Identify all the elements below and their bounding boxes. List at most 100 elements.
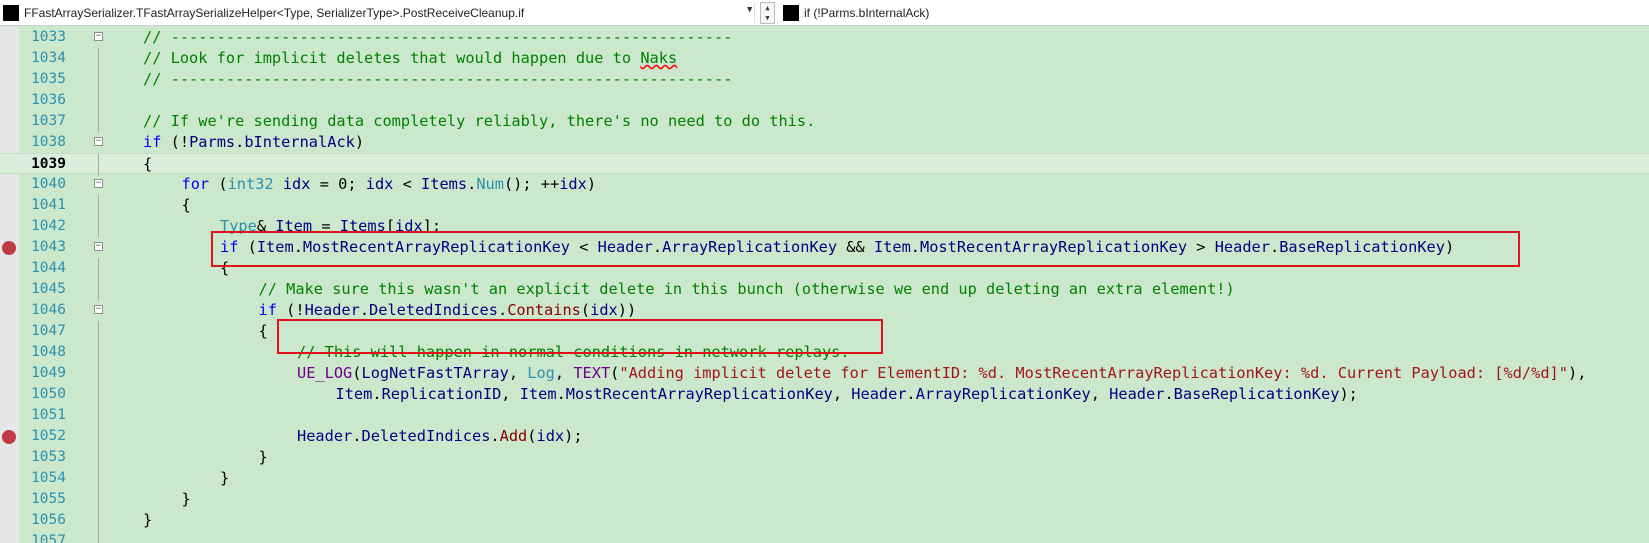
line-number: 1040 (31, 176, 66, 192)
code-token: ) (586, 175, 597, 193)
scope-spinner[interactable]: ▲ ▼ (760, 2, 775, 24)
code-line[interactable]: 1050 Item.ReplicationID, Item.MostRecentA… (0, 384, 1649, 405)
code-line[interactable]: 1053} (0, 447, 1649, 468)
code-text: for (int32 idx = 0; idx < Items.Num(); +… (182, 174, 597, 195)
code-token: DeletedIndices (369, 301, 498, 319)
line-number: 1033 (31, 29, 66, 45)
code-token: idx (365, 175, 394, 193)
code-line[interactable]: 1057 (0, 531, 1649, 543)
outline-guide (98, 48, 99, 69)
highlight-box-comment (277, 319, 883, 354)
highlight-box-condition (211, 231, 1520, 267)
code-token: (! (276, 301, 305, 319)
code-line[interactable]: 1036 (0, 90, 1649, 111)
code-text: } (182, 489, 191, 510)
code-line[interactable]: 1056} (0, 510, 1649, 531)
code-text: } (259, 447, 268, 468)
code-token: ); (1339, 385, 1358, 403)
code-token: , (1090, 385, 1110, 403)
outline-guide (98, 426, 99, 447)
code-token: , (501, 385, 520, 403)
outline-guide (98, 195, 99, 216)
collapse-icon[interactable]: − (94, 305, 103, 314)
code-line[interactable]: 1039 { (0, 153, 1649, 175)
code-line[interactable]: 1052 Header.DeletedIndices.Add(idx); (0, 426, 1649, 447)
code-token: ( (610, 364, 620, 382)
code-line[interactable]: 1046− if (!Header.DeletedIndices.Contains… (0, 300, 1649, 321)
member-dropdown[interactable]: if (!Parms.bInternalAck) (783, 3, 1643, 23)
line-number: 1034 (31, 50, 66, 66)
code-token: Item (335, 385, 373, 403)
breakpoint-icon[interactable] (2, 430, 16, 444)
code-token: } (220, 469, 230, 487)
code-text: if (!Header.DeletedIndices.Contains(idx)… (259, 300, 637, 321)
code-token: . (1164, 385, 1174, 403)
code-line[interactable]: 1051 (0, 405, 1649, 426)
code-line[interactable]: 1045 // Make sure this wasn't an explicit… (0, 279, 1649, 300)
code-token: // Make sure this wasn't an explicit del… (258, 280, 1235, 298)
code-line[interactable]: 1035 // ---------------------------------… (0, 69, 1649, 90)
line-number: 1050 (31, 386, 66, 402)
chevron-down-icon[interactable]: ▼ (747, 5, 752, 15)
code-token: Item (519, 385, 557, 403)
line-number: 1038 (31, 134, 66, 150)
line-number: 1037 (31, 113, 66, 129)
line-number: 1053 (31, 449, 66, 465)
code-token: Contains (507, 301, 581, 319)
code-token: Items (421, 175, 468, 193)
code-token: { (258, 322, 268, 340)
code-token: "Adding implicit delete for ElementID: %… (619, 364, 1568, 382)
code-line[interactable]: 1055} (0, 489, 1649, 510)
breakpoint-icon[interactable] (2, 241, 16, 255)
code-token: ); (564, 427, 583, 445)
outline-guide (98, 90, 99, 111)
outline-guide (98, 384, 99, 405)
outline-guide (98, 447, 99, 468)
scope-dropdown-label: FFastArraySerializer.TFastArraySerialize… (24, 6, 525, 20)
code-text: } (220, 468, 229, 489)
code-line[interactable]: 1034 // Look for implicit deletes that wo… (0, 48, 1649, 69)
outline-guide (98, 258, 99, 279)
code-token: Header (851, 385, 907, 403)
code-token: int32 (227, 175, 274, 193)
code-token: } (258, 448, 268, 466)
code-line[interactable]: 1038 − if (!Parms.bInternalAck) (0, 132, 1649, 153)
code-token: if (143, 133, 162, 151)
code-token: Parms (189, 133, 236, 151)
spinner-up-icon[interactable]: ▲ (761, 3, 774, 13)
member-icon (783, 5, 799, 21)
collapse-icon[interactable]: − (94, 137, 103, 146)
outline-guide (98, 279, 99, 300)
collapse-icon[interactable]: − (94, 242, 103, 251)
collapse-icon[interactable]: − (94, 32, 103, 41)
code-token: . (556, 385, 566, 403)
code-token: = 0; (310, 175, 366, 193)
code-token: idx (536, 427, 565, 445)
code-token: < (393, 175, 422, 193)
code-token: . (235, 133, 245, 151)
code-token: { (143, 155, 153, 173)
code-token: BaseReplicationKey (1173, 385, 1340, 403)
outline-guide (98, 216, 99, 237)
code-token: for (181, 175, 210, 193)
code-token: MostRecentArrayReplicationKey (565, 385, 833, 403)
code-token: . (906, 385, 916, 403)
code-token: ( (527, 427, 537, 445)
scope-dropdown[interactable]: FFastArraySerializer.TFastArraySerialize… (3, 3, 755, 23)
code-line[interactable]: 1033 − // --------------------------------… (0, 27, 1649, 48)
code-text: { (182, 195, 191, 216)
code-line[interactable]: 1041 { (0, 195, 1649, 216)
outline-guide (98, 468, 99, 489)
code-line[interactable]: 1037 // If we're sending data completely … (0, 111, 1649, 132)
code-token: . (359, 301, 370, 319)
line-number: 1047 (31, 323, 66, 339)
code-editor[interactable]: 1033 − // --------------------------------… (0, 27, 1649, 543)
collapse-icon[interactable]: − (94, 179, 103, 188)
spinner-down-icon[interactable]: ▼ (761, 13, 774, 23)
member-dropdown-label: if (!Parms.bInternalAck) (804, 6, 930, 20)
code-line[interactable]: 1040 − for (int32 idx = 0; idx < Items.Num… (0, 174, 1649, 195)
code-line[interactable]: 1049 UE_LOG(LogNetFastTArray, Log, TEXT("… (0, 363, 1649, 384)
outline-guide (98, 531, 99, 543)
code-line[interactable]: 1054} (0, 468, 1649, 489)
